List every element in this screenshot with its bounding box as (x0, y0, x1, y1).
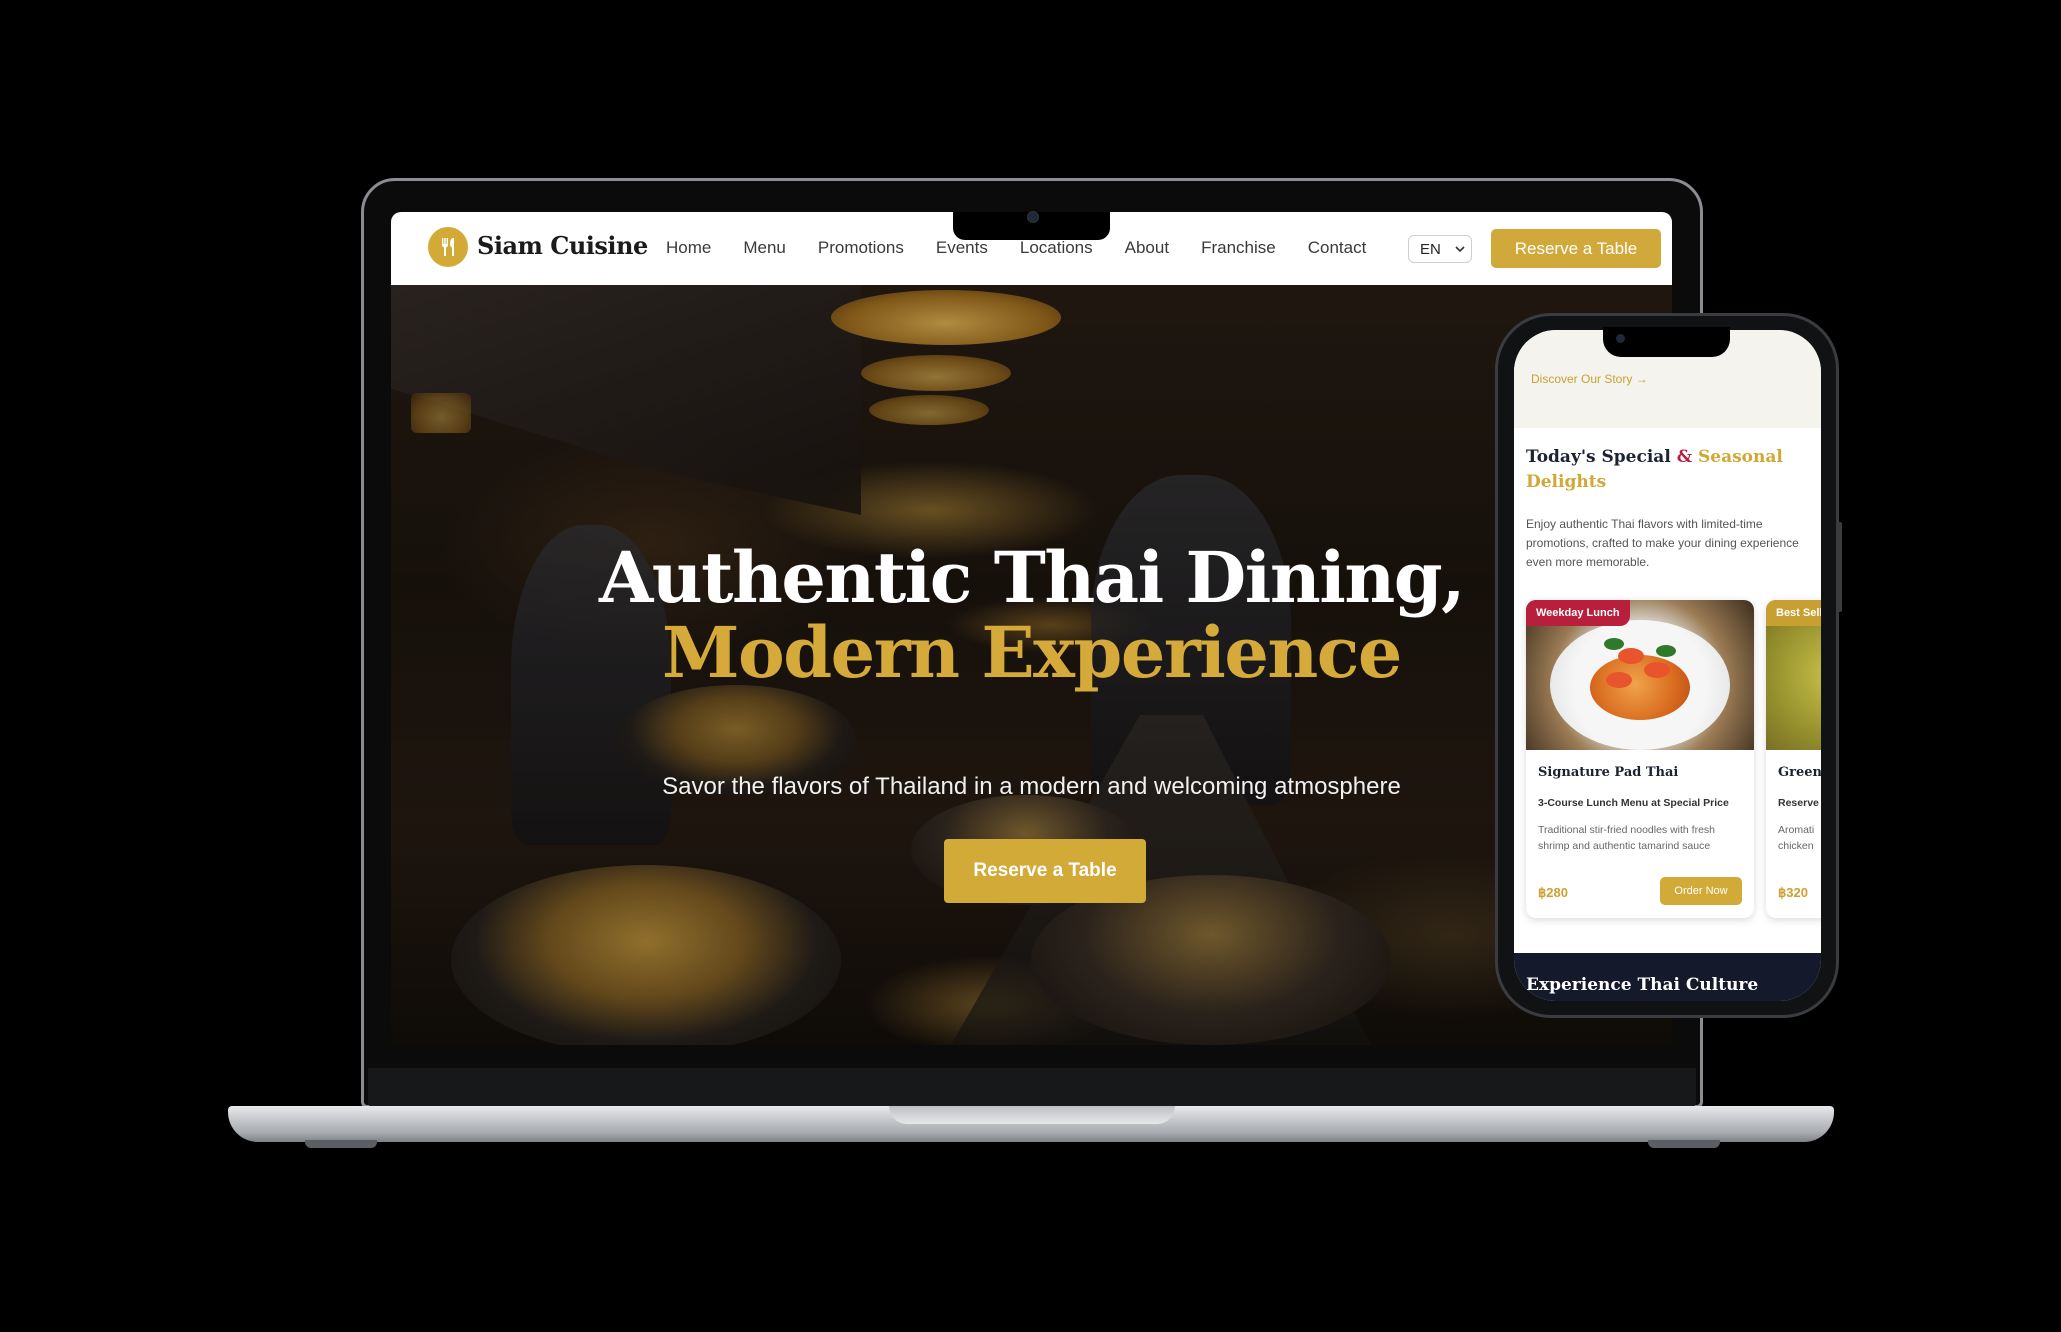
discover-story-link[interactable]: Discover Our Story → (1531, 372, 1648, 386)
card-title: Green (1778, 765, 1821, 780)
language-value: EN (1420, 240, 1441, 258)
laptop-bezel-bottom (368, 1068, 1696, 1108)
hero-title-line1: Authentic Thai Dining, (598, 536, 1466, 619)
nav-item-about[interactable]: About (1125, 238, 1169, 258)
promo-card[interactable]: Weekday Lunch Signature Pad Thai 3-Cours… (1526, 600, 1754, 918)
shrimp (1618, 648, 1644, 664)
basil-leaf (1604, 638, 1624, 650)
nav-item-promotions[interactable]: Promotions (818, 238, 904, 258)
specials-heading-part1: Today's Special (1526, 447, 1671, 467)
culture-section-title: Experience Thai Culture (1526, 975, 1759, 995)
hero-reserve-button[interactable]: Reserve a Table (944, 839, 1146, 903)
shrimp (1606, 672, 1632, 688)
noodles (1590, 655, 1690, 720)
card-price: ฿320 (1778, 885, 1808, 900)
nav-item-menu[interactable]: Menu (743, 238, 786, 258)
language-select[interactable]: EN (1408, 235, 1472, 263)
hero-title-line2: Modern Experience (662, 611, 1402, 694)
nav-item-events[interactable]: Events (936, 238, 988, 258)
card-subtitle: Reserve (1778, 797, 1819, 809)
basil-leaf (1656, 645, 1676, 657)
camera-icon (1616, 334, 1625, 343)
hero-subtitle: Savor the flavors of Thailand in a moder… (662, 773, 1401, 800)
brand-name[interactable]: Siam Cuisine (477, 231, 648, 260)
nav-item-locations[interactable]: Locations (1020, 238, 1093, 258)
laptop-screen: Siam Cuisine Home Menu Promotions Events… (391, 212, 1672, 1045)
culture-section: Experience Thai Culture (1514, 953, 1821, 1001)
laptop-foot-left (305, 1140, 377, 1148)
nav-item-contact[interactable]: Contact (1308, 238, 1367, 258)
laptop-foot-right (1648, 1140, 1720, 1148)
shrimp (1644, 662, 1670, 678)
main-nav: Home Menu Promotions Events Locations Ab… (666, 238, 1366, 258)
card-badge: Best Sell (1766, 600, 1821, 626)
card-description: Traditional stir-fried noodles with fres… (1538, 824, 1716, 852)
card-subtitle: 3-Course Lunch Menu at Special Price (1538, 797, 1729, 809)
specials-heading: Today's Special & Seasonal Delights (1526, 445, 1816, 495)
phone-screen: Discover Our Story → Today's Special & S… (1514, 330, 1821, 1001)
logo-icon[interactable] (428, 227, 468, 267)
specials-heading-amp: & (1676, 447, 1693, 467)
chevron-down-icon (1455, 245, 1465, 252)
laptop-opening-notch (889, 1106, 1175, 1124)
card-badge: Weekday Lunch (1526, 600, 1630, 626)
card-title: Signature Pad Thai (1538, 765, 1679, 780)
card-price: ฿280 (1538, 885, 1568, 900)
header-reserve-button[interactable]: Reserve a Table (1491, 229, 1661, 268)
camera-icon (1027, 211, 1039, 223)
promo-card[interactable]: Best Sell Green Reserve Aromati chicken … (1766, 600, 1821, 918)
phone-side-button (1837, 522, 1842, 612)
card-description: Aromati chicken (1778, 824, 1815, 852)
nav-item-home[interactable]: Home (666, 238, 711, 258)
nav-item-franchise[interactable]: Franchise (1201, 238, 1276, 258)
utensils-icon (442, 238, 454, 256)
hero-section: Authentic Thai Dining, Modern Experience… (391, 285, 1672, 1045)
specials-description: Enjoy authentic Thai flavors with limite… (1526, 517, 1799, 569)
order-now-button[interactable]: Order Now (1660, 877, 1742, 905)
